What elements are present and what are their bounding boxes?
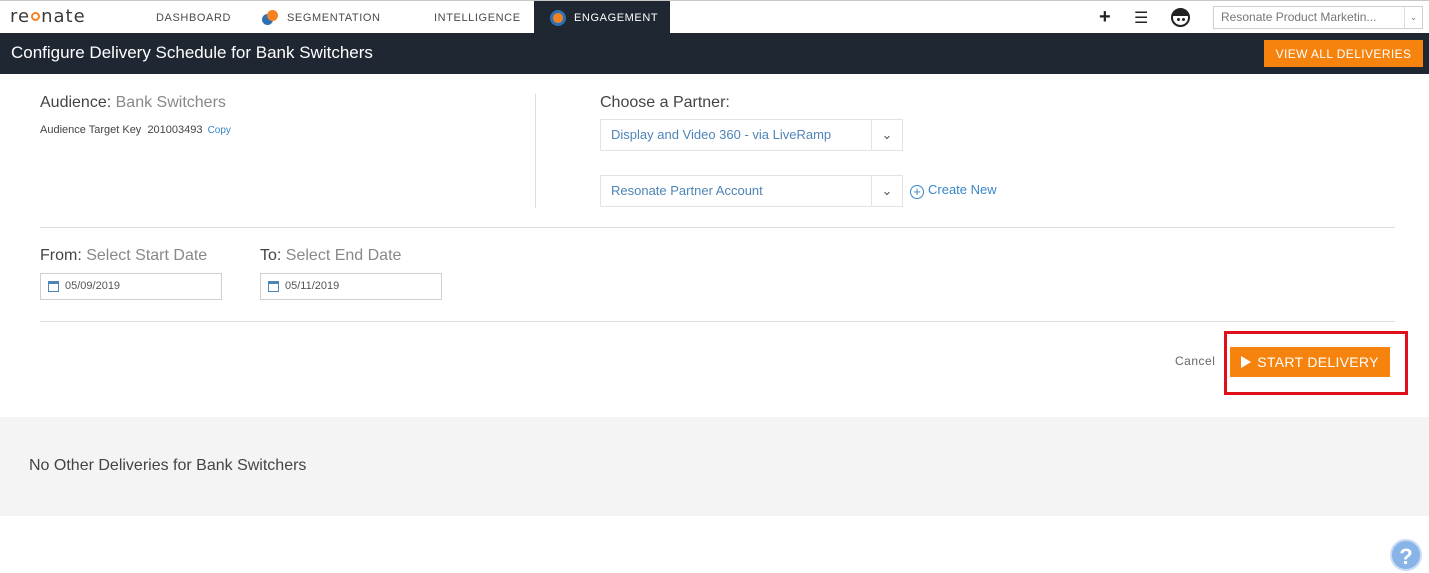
from-label: From:	[40, 247, 82, 264]
section-divider	[40, 227, 1395, 228]
view-all-deliveries-button[interactable]: VIEW ALL DELIVERIES	[1264, 40, 1423, 67]
create-new-label: Create New	[928, 182, 997, 197]
to-label: To:	[260, 247, 282, 264]
list-menu-icon[interactable]: ☰	[1134, 1, 1148, 34]
top-navigation-bar: re nate DASHBOARD SEGMENTATION INTELLIGEN…	[0, 0, 1429, 34]
copy-link[interactable]: Copy	[208, 125, 231, 136]
user-avatar-icon[interactable]	[1171, 1, 1190, 34]
page-title: Configure Delivery Schedule for Bank Swi…	[11, 43, 373, 62]
other-deliveries-panel: No Other Deliveries for Bank Switchers	[0, 417, 1429, 516]
logo-o-icon	[31, 11, 41, 21]
cancel-button[interactable]: Cancel	[1175, 354, 1215, 368]
vertical-divider	[535, 94, 536, 208]
highlight-annotation-box	[1224, 331, 1408, 395]
resonate-logo[interactable]: re nate	[10, 6, 86, 27]
audience-target-key-label: Audience Target Key	[40, 124, 142, 136]
start-date-value: 05/09/2019	[65, 280, 121, 292]
from-date-label: From: Select Start Date	[40, 247, 207, 265]
start-date-input[interactable]: 05/09/2019	[40, 273, 222, 300]
calendar-icon	[48, 281, 59, 292]
intelligence-bars-icon	[410, 10, 426, 26]
logo-text-prefix: re	[10, 6, 31, 27]
create-new-link[interactable]: + Create New	[910, 182, 997, 199]
nav-tab-engagement-label: ENGAGEMENT	[574, 11, 659, 24]
nav-tab-dashboard-label: DASHBOARD	[156, 11, 232, 24]
audience-target-key-value: 201003493	[147, 124, 203, 136]
nav-tab-engagement[interactable]: ENGAGEMENT	[534, 1, 670, 34]
page-header: Configure Delivery Schedule for Bank Swi…	[0, 33, 1429, 74]
engagement-target-icon	[550, 9, 566, 26]
to-hint: Select End Date	[285, 247, 402, 264]
nav-tab-segmentation-label: SEGMENTATION	[287, 11, 381, 24]
nav-tab-intelligence-label: INTELLIGENCE	[434, 11, 521, 24]
partner-select-value: Display and Video 360 - via LiveRamp	[611, 127, 832, 142]
no-other-deliveries-message: No Other Deliveries for Bank Switchers	[29, 457, 307, 474]
help-question-icon[interactable]: ?	[1390, 539, 1422, 571]
chevron-down-icon: ⌄	[871, 120, 902, 150]
end-date-value: 05/11/2019	[285, 280, 340, 292]
end-date-input[interactable]: 05/11/2019	[260, 273, 442, 300]
nav-tab-segmentation[interactable]: SEGMENTATION	[262, 1, 381, 34]
organization-select[interactable]: Resonate Product Marketin... ⌄	[1213, 6, 1423, 29]
partner-account-select[interactable]: Resonate Partner Account ⌄	[600, 175, 903, 207]
audience-name: Bank Switchers	[115, 94, 226, 111]
segmentation-icon	[262, 9, 279, 26]
audience-heading: Audience: Bank Switchers	[40, 94, 226, 112]
plus-circle-icon: +	[910, 185, 924, 199]
section-divider	[40, 321, 1395, 322]
chevron-down-icon: ⌄	[871, 176, 902, 206]
partner-account-select-value: Resonate Partner Account	[611, 183, 763, 198]
audience-label: Audience:	[40, 94, 112, 111]
add-plus-icon[interactable]: +	[1099, 1, 1111, 34]
calendar-icon	[268, 281, 279, 292]
choose-partner-label: Choose a Partner:	[600, 94, 730, 111]
from-hint: Select Start Date	[86, 247, 208, 264]
logo-text-suffix: nate	[41, 6, 86, 27]
to-date-label: To: Select End Date	[260, 247, 401, 265]
organization-select-value: Resonate Product Marketin...	[1221, 10, 1377, 24]
nav-tab-intelligence[interactable]: INTELLIGENCE	[410, 1, 521, 34]
dashboard-grid-icon	[132, 10, 148, 26]
partner-select[interactable]: Display and Video 360 - via LiveRamp ⌄	[600, 119, 903, 151]
audience-target-key: Audience Target Key 201003493 Copy	[40, 124, 231, 136]
nav-tab-dashboard[interactable]: DASHBOARD	[132, 1, 231, 34]
chevron-down-icon: ⌄	[1404, 7, 1422, 28]
